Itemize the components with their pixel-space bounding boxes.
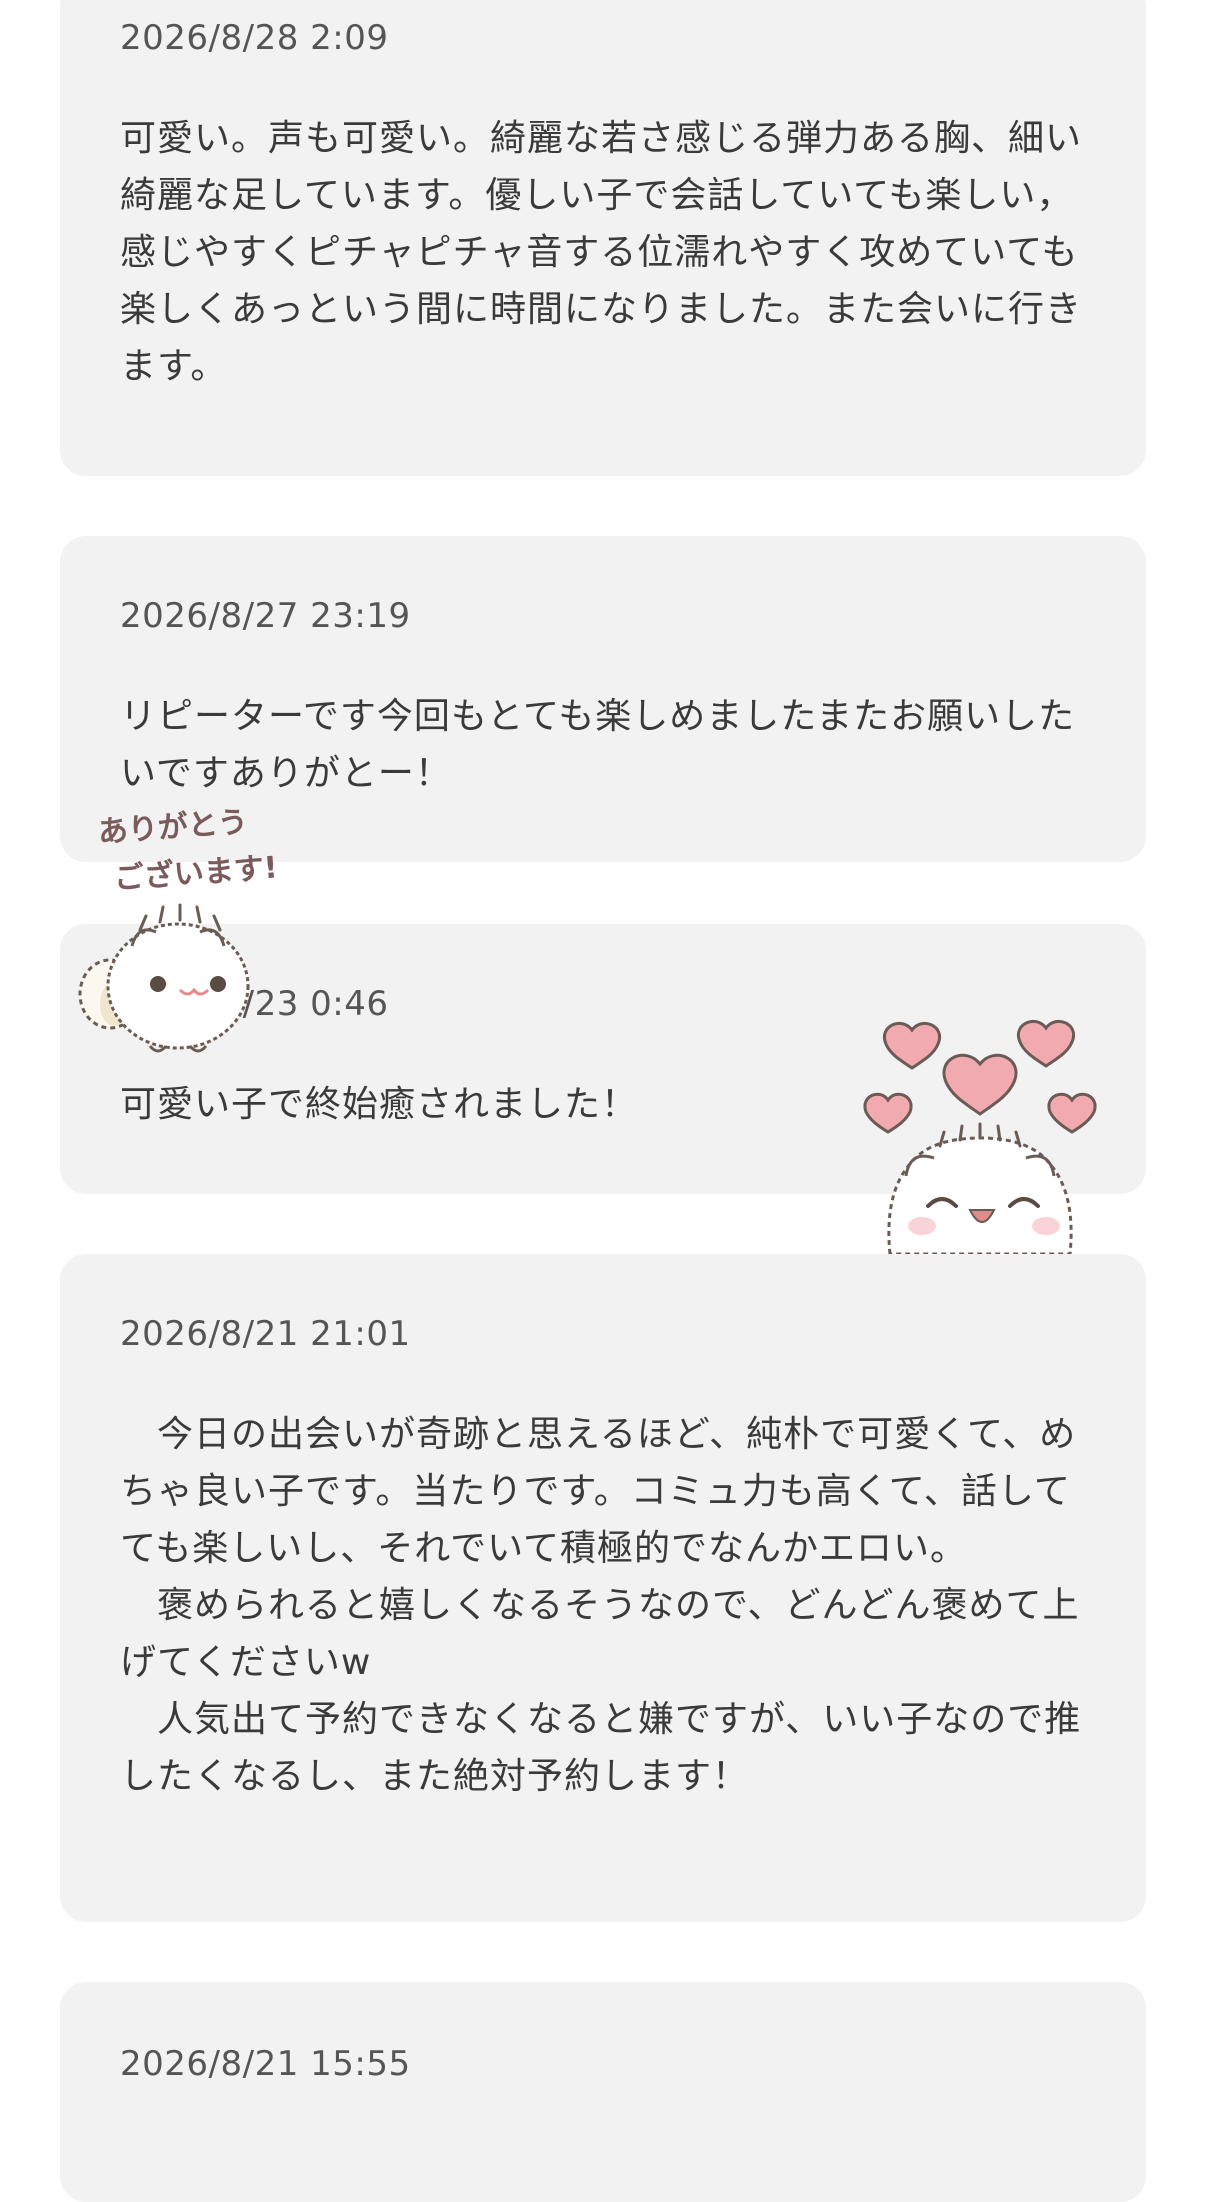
fluffy-cat-thanks-sticker: ありがとう ございます!: [70, 804, 290, 1066]
review-card: 2026/8/21 21:01 今日の出会いが奇跡と思えるほど、純朴で可愛くて、…: [60, 1254, 1146, 1922]
sticker-text-line1: ありがとう: [96, 804, 250, 851]
review-card: 2026/8/21 15:55: [60, 1982, 1146, 2202]
review-text: リピーターです今回もとても楽しめましたまたお願いしたいですありがとー！: [120, 696, 1076, 794]
review-date: 2026/8/21 21:01: [120, 1314, 411, 1354]
review-date: 2026/8/21 15:55: [120, 2044, 411, 2084]
fluffy-cat-icon: [78, 903, 250, 1053]
sticker-text-line2: ございます!: [112, 850, 279, 897]
review-card: 2026/8/28 2:09 可愛い。声も可愛い。綺麗な若さ感じる弾力ある胸、細…: [60, 0, 1146, 476]
review-date: 2026/8/28 2:09: [120, 18, 389, 58]
review-feed: 2026/8/28 2:09 可愛い。声も可愛い。綺麗な若さ感じる弾力ある胸、細…: [0, 0, 1206, 2202]
review-date: 2026/8/27 23:19: [120, 596, 411, 636]
hearts-icon: [863, 1020, 1097, 1254]
review-text: 今日の出会いが奇跡と思えるほど、純朴で可愛くて、めちゃ良い子です。当たりです。コ…: [120, 1414, 1082, 1797]
review-text: 可愛い。声も可愛い。綺麗な若さ感じる弾力ある胸、細い綺麗な足しています。優しい子…: [120, 118, 1083, 387]
fluffy-cat-hearts-sticker: [860, 1004, 1110, 1254]
